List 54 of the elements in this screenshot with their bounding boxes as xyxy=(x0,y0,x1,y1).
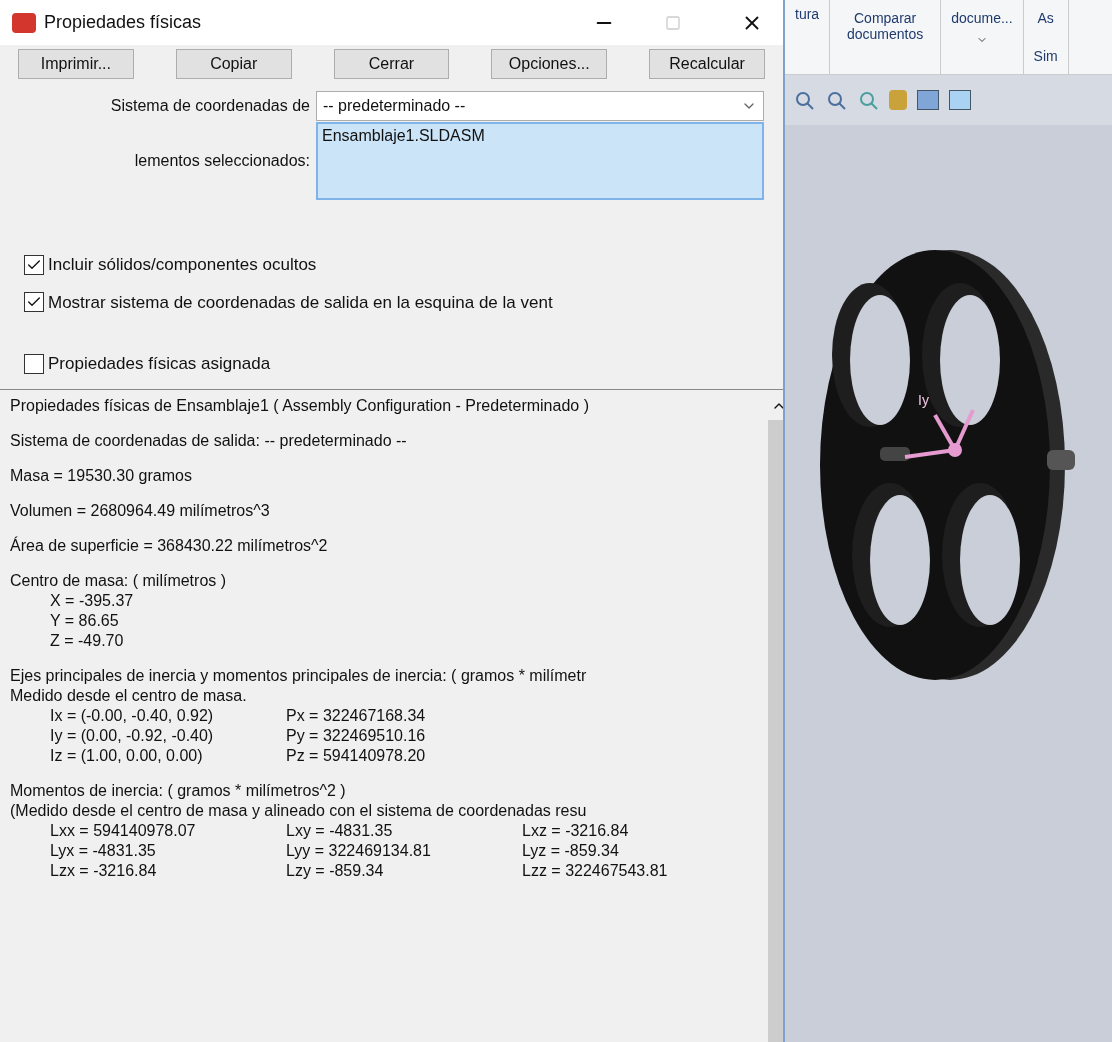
result-line: Medido desde el centro de masa. xyxy=(10,685,248,706)
toolbar-button[interactable]: Recalcular xyxy=(649,49,765,79)
result-line: Centro de masa: ( milímetros ) xyxy=(10,570,228,591)
result-line: Sistema de coordenadas de salida: -- predeterminado -- xyxy=(10,430,408,451)
result-value: Px = 322467168.34 xyxy=(286,705,427,726)
field-label: lementos seleccionados: xyxy=(133,151,311,171)
list-item[interactable]: Ensamblaje1.SLDASM xyxy=(322,124,758,148)
checkbox[interactable] xyxy=(24,292,44,313)
app-logo-icon xyxy=(12,12,36,33)
result-line: Área de superficie = 368430.22 milímetros^2 xyxy=(10,535,329,556)
toolbar-button[interactable]: Copiar xyxy=(175,49,292,79)
checkbox[interactable] xyxy=(24,353,44,374)
ribbon-button[interactable]: Comparar documentos xyxy=(840,10,931,42)
result-line: Propiedades físicas de Ensamblaje1 ( Assembly Configuration - Predeterminado ) xyxy=(10,395,590,416)
ribbon-button[interactable]: tura xyxy=(795,6,820,22)
zoom-icon[interactable] xyxy=(825,89,847,111)
checkbox-label: Incluir sólidos/componentes ocultos xyxy=(48,254,317,276)
field-label: Sistema de coordenadas de xyxy=(109,96,311,116)
result-value: Lyz = -859.34 xyxy=(522,840,620,861)
result-value: Iz = (1.00, 0.00, 0.00) xyxy=(50,745,204,766)
result-line: Masa = 19530.30 gramos xyxy=(10,465,193,486)
result-value: Y = 86.65 xyxy=(50,610,120,631)
result-line: Volumen = 2680964.49 milímetros^3 xyxy=(10,500,271,521)
result-value: Iy = (0.00, -0.92, -0.40) xyxy=(50,725,215,746)
zoom-icon[interactable] xyxy=(857,89,879,111)
result-value: Lzz = 322467543.81 xyxy=(522,860,669,881)
checkbox-label: Propiedades físicas asignada xyxy=(48,353,271,375)
coordinate-system-dropdown[interactable]: -- predeterminado -- xyxy=(316,91,764,121)
window-title: Propiedades físicas xyxy=(44,11,202,34)
toolbar-button[interactable]: Opciones... xyxy=(491,49,608,79)
result-value: Lxy = -4831.35 xyxy=(286,820,394,841)
result-value: Lzx = -3216.84 xyxy=(50,860,158,881)
result-value: Lzy = -859.34 xyxy=(286,860,385,881)
checkbox[interactable] xyxy=(24,254,44,275)
result-value: Py = 322469510.16 xyxy=(286,725,427,746)
result-line: Ejes principales de inercia y momentos principales de inercia: ( gramos * milímetr xyxy=(10,665,588,686)
checkbox-label: Mostrar sistema de coordenadas de salida en la esquina de la vent xyxy=(48,291,553,314)
ribbon-button[interactable]: docume... xyxy=(951,10,1013,26)
result-line: Momentos de inercia: ( gramos * milímetros^2 ) xyxy=(10,780,347,801)
result-value: Lxx = 594140978.07 xyxy=(50,820,197,841)
toolbar-button[interactable]: Cerrar xyxy=(333,49,450,79)
result-value: Pz = 594140978.20 xyxy=(286,745,427,766)
result-value: Ix = (-0.00, -0.40, 0.92) xyxy=(50,705,215,726)
result-value: Z = -49.70 xyxy=(50,630,125,651)
result-line: (Medido desde el centro de masa y alineado con el sistema de coordenadas resu xyxy=(10,800,588,821)
result-value: X = -395.37 xyxy=(50,590,135,611)
result-value: Lxz = -3216.84 xyxy=(522,820,630,841)
ribbon-button[interactable]: Sim xyxy=(1033,46,1058,67)
result-value: Lyx = -4831.35 xyxy=(50,840,157,861)
selection-list[interactable]: Ensamblaje1.SLDASM xyxy=(316,122,764,200)
zoom-icon[interactable] xyxy=(793,89,815,111)
toolbar-button[interactable]: Imprimir... xyxy=(18,49,134,79)
ribbon-button[interactable]: As xyxy=(1037,10,1054,26)
result-value: Lyy = 322469134.81 xyxy=(286,840,432,861)
